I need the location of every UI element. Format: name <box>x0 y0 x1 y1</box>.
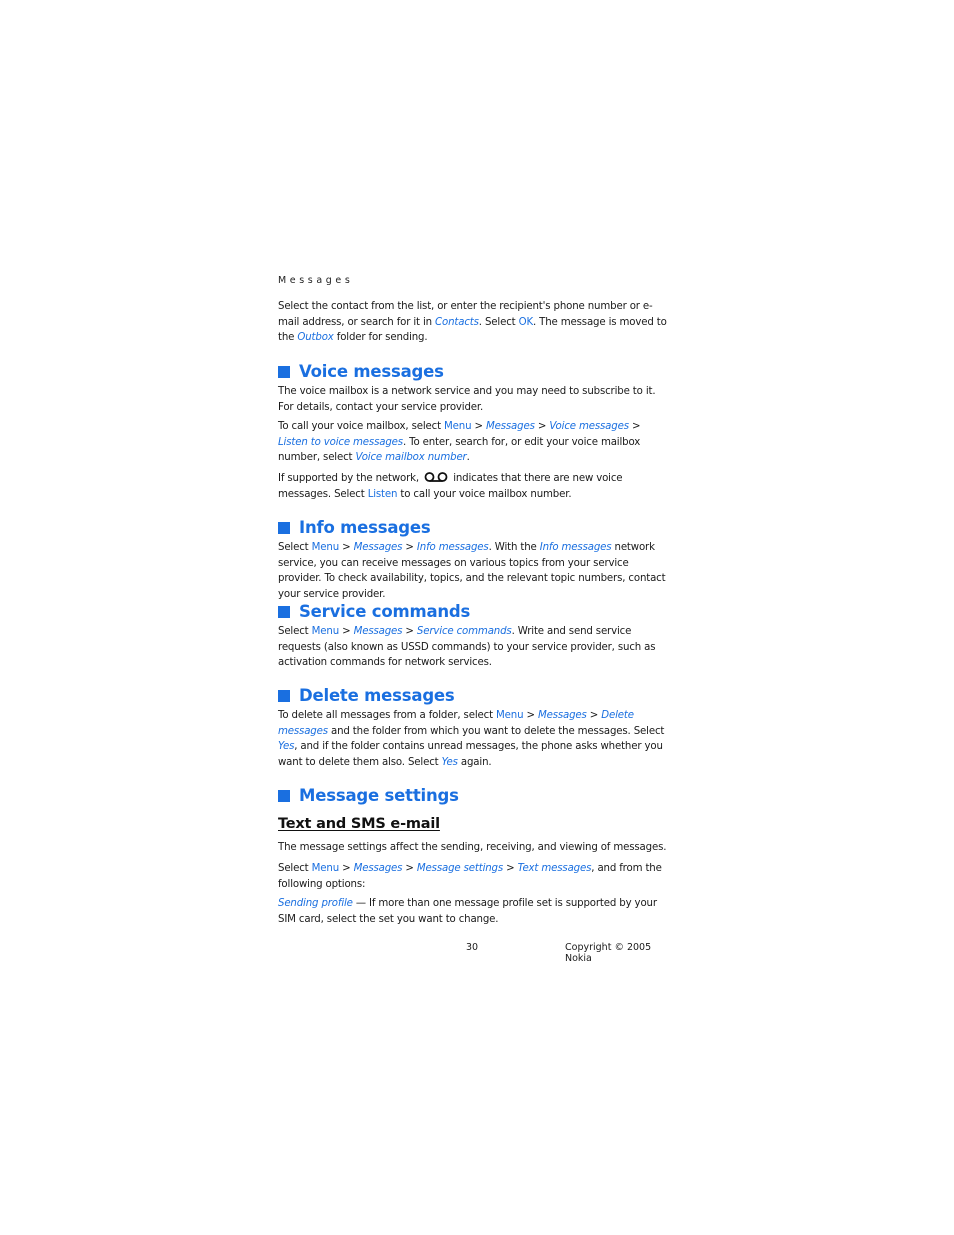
bullet-square-icon <box>278 366 290 378</box>
separator: > <box>534 421 550 432</box>
separator: > <box>339 863 354 874</box>
heading-text: Voice messages <box>299 362 444 381</box>
link-info-messages[interactable]: Info messages <box>417 542 489 553</box>
link-text-messages[interactable]: Text messages <box>518 863 592 874</box>
separator: > <box>471 421 486 432</box>
text: To call your voice mailbox, select <box>278 421 445 432</box>
link-menu[interactable]: Menu <box>312 863 340 874</box>
text: folder for sending. <box>333 332 428 344</box>
text: . <box>466 452 470 464</box>
intro-paragraph: Select the contact from the list, or ent… <box>278 299 670 346</box>
link-messages[interactable]: Messages <box>486 421 535 432</box>
bullet-square-icon <box>278 690 290 702</box>
bullet-square-icon <box>278 790 290 802</box>
link-voice-mailbox-number[interactable]: Voice mailbox number <box>356 452 467 463</box>
heading-text: Message settings <box>299 786 459 805</box>
settings-paragraph-1: The message settings affect the sending,… <box>278 842 667 853</box>
link-messages[interactable]: Messages <box>354 626 403 637</box>
separator: > <box>523 710 538 721</box>
link-messages[interactable]: Messages <box>354 863 403 874</box>
delete-paragraph: To delete all messages from a folder, se… <box>278 708 670 770</box>
link-listen-to-voice-messages[interactable]: Listen to voice messages <box>278 437 403 448</box>
link-contacts[interactable]: Contacts <box>435 317 479 328</box>
link-yes[interactable]: Yes <box>278 741 294 752</box>
text: Select <box>278 626 312 637</box>
heading-text: Info messages <box>299 518 431 537</box>
separator: > <box>339 542 354 553</box>
running-head: Messages <box>278 275 354 286</box>
separator: > <box>503 863 518 874</box>
text: Select <box>278 863 312 874</box>
page-number: 30 <box>466 942 479 953</box>
settings-paragraph-3: Sending profile — If more than one messa… <box>278 896 670 927</box>
heading-text: Service commands <box>299 602 471 621</box>
heading-info-messages: Info messages <box>278 518 431 538</box>
link-yes-2[interactable]: Yes <box>442 757 458 768</box>
heading-service-commands: Service commands <box>278 602 470 622</box>
service-paragraph: Select Menu > Messages > Service command… <box>278 624 670 671</box>
link-listen[interactable]: Listen <box>368 489 398 500</box>
voice-paragraph-1: The voice mailbox is a network service a… <box>278 386 656 413</box>
voice-paragraph-3: If supported by the network, indicates t… <box>278 471 670 502</box>
bullet-square-icon <box>278 522 290 534</box>
copyright: Copyright © 2005 Nokia <box>565 942 652 964</box>
link-menu[interactable]: Menu <box>312 542 340 553</box>
link-info-messages-2[interactable]: Info messages <box>540 542 612 553</box>
text: To delete all messages from a folder, se… <box>278 710 496 721</box>
link-menu[interactable]: Menu <box>496 710 524 721</box>
separator: > <box>402 542 417 553</box>
text: . With the <box>488 542 540 553</box>
separator: > <box>628 421 641 432</box>
text: and the folder from which you want to de… <box>327 725 665 737</box>
link-menu[interactable]: Menu <box>312 626 340 637</box>
link-ok[interactable]: OK <box>519 317 534 328</box>
info-paragraph: Select Menu > Messages > Info messages. … <box>278 540 670 602</box>
separator: > <box>402 863 417 874</box>
bullet-square-icon <box>278 606 290 618</box>
link-sending-profile[interactable]: Sending profile <box>278 898 353 909</box>
voice-paragraph-2: To call your voice mailbox, select Menu … <box>278 419 670 466</box>
link-voice-messages[interactable]: Voice messages <box>549 421 629 432</box>
separator: > <box>402 626 417 637</box>
link-message-settings[interactable]: Message settings <box>417 863 503 874</box>
separator: > <box>339 626 354 637</box>
text: Select <box>278 542 312 553</box>
link-messages[interactable]: Messages <box>538 710 587 721</box>
text: If supported by the network, <box>278 473 423 484</box>
heading-message-settings: Message settings <box>278 786 459 806</box>
heading-delete-messages: Delete messages <box>278 686 455 706</box>
text: again. <box>457 756 492 768</box>
text: . Select <box>478 316 519 328</box>
separator: > <box>586 710 602 721</box>
link-menu[interactable]: Menu <box>444 421 472 432</box>
heading-voice-messages: Voice messages <box>278 362 444 382</box>
heading-text: Delete messages <box>299 686 455 705</box>
link-outbox[interactable]: Outbox <box>297 332 333 343</box>
subheading-text-and-sms-email: Text and SMS e-mail <box>278 816 440 832</box>
settings-paragraph-2: Select Menu > Messages > Message setting… <box>278 861 670 892</box>
link-messages[interactable]: Messages <box>354 542 403 553</box>
text: to call your voice mailbox number. <box>397 488 572 500</box>
link-service-commands[interactable]: Service commands <box>417 626 512 637</box>
voicemail-icon <box>424 472 448 482</box>
